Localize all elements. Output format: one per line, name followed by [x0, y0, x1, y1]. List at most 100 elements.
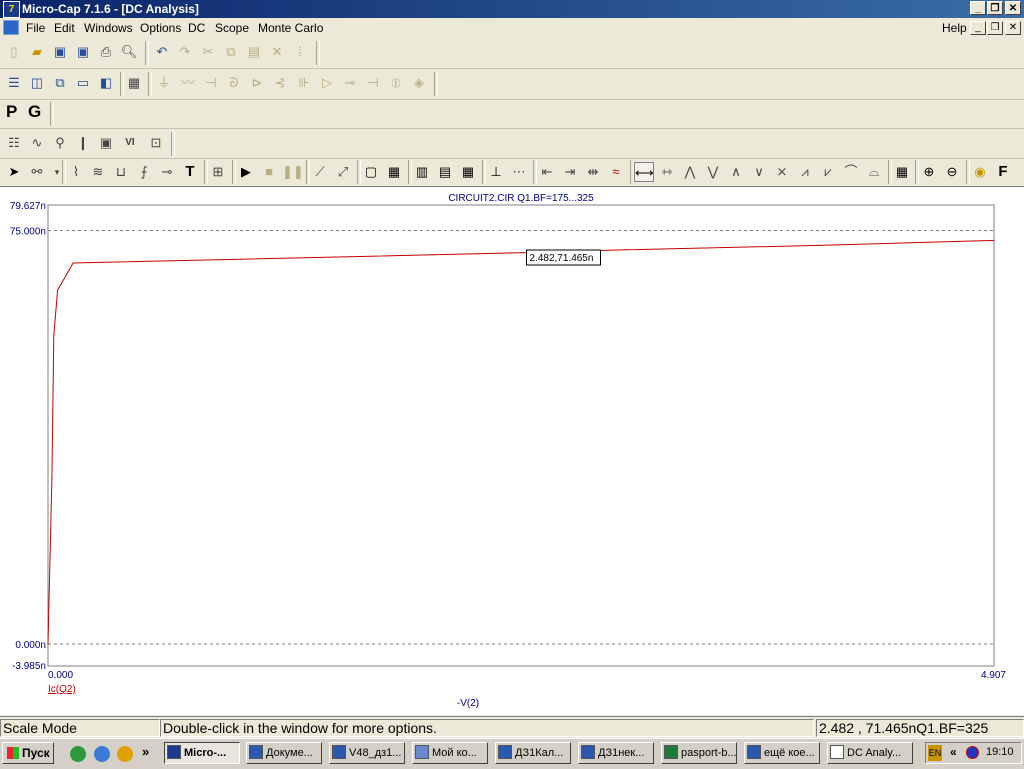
task-word-4[interactable]: ДЗ1нек... — [578, 742, 654, 764]
quicklaunch-ie-icon[interactable] — [94, 746, 110, 762]
waveform-icon[interactable]: ∿ — [27, 133, 47, 153]
marker-icon[interactable]: ❙ — [73, 133, 93, 153]
bus-icon[interactable]: ≋ — [88, 162, 108, 182]
next-point-icon[interactable]: ⇿ — [657, 162, 677, 182]
cursor-left-icon[interactable]: ⇤ — [537, 162, 557, 182]
horizontal-cursor-icon[interactable]: ⟷ — [634, 162, 654, 182]
grid-icon[interactable]: ▦ — [384, 162, 404, 182]
current-source-icon[interactable]: ⦶ — [386, 73, 406, 93]
task-dc-analysis[interactable]: DC Analy... — [827, 742, 913, 764]
task-my-computer[interactable]: Мой ко... — [412, 742, 488, 764]
mdi-close-button[interactable]: ✕ — [1005, 21, 1021, 35]
tile-horizontal-icon[interactable]: ☰ — [4, 73, 24, 93]
quicklaunch-media-icon[interactable] — [117, 746, 133, 762]
menu-edit[interactable]: Edit — [54, 21, 75, 35]
cut-icon[interactable]: ✂ — [198, 42, 218, 62]
data-points-icon[interactable]: ⋯ — [509, 162, 529, 182]
tray-chevron[interactable]: « — [950, 745, 957, 759]
table-icon[interactable]: ▦ — [892, 162, 912, 182]
label-icon[interactable]: ⊸ — [157, 162, 177, 182]
zoom-window-icon[interactable]: ⊡ — [146, 133, 166, 153]
slope-icon[interactable]: ⩘ — [795, 162, 815, 182]
undo-icon[interactable]: ↶ — [152, 42, 172, 62]
mosfet-icon[interactable]: ⊪ — [294, 73, 314, 93]
new-file-icon[interactable]: ▯ — [4, 42, 24, 62]
global-high-icon[interactable]: ⩗ — [818, 162, 838, 182]
global-low-icon[interactable]: ⌒ — [841, 162, 861, 182]
run-icon[interactable]: ▶ — [236, 162, 256, 182]
trace-label[interactable]: Ic(Q2) — [48, 684, 76, 695]
menu-windows[interactable]: Windows — [84, 21, 133, 35]
high-icon[interactable]: ∧ — [726, 162, 746, 182]
low-icon[interactable]: ∨ — [749, 162, 769, 182]
mdi-minimize-button[interactable]: _ — [970, 21, 986, 35]
voltage-source-icon[interactable]: ⊸ — [340, 73, 360, 93]
plot-area[interactable]: CIRCUIT2.CIR Q1.BF=175...325 79.627n 75.… — [0, 187, 1024, 715]
menu-file[interactable]: File — [26, 21, 45, 35]
plot-window-icon[interactable]: ▣ — [96, 133, 116, 153]
pause-icon[interactable]: ❚❚ — [282, 162, 304, 182]
palette-icon[interactable]: ◉ — [970, 162, 990, 182]
ground-icon[interactable]: ⏚ — [154, 73, 174, 93]
cascade-icon[interactable]: ⧉ — [50, 73, 70, 93]
inflection-icon[interactable]: ⨯ — [772, 162, 792, 182]
zoom-in-icon[interactable]: ⊕ — [919, 162, 939, 182]
stop-icon[interactable]: ■ — [259, 162, 279, 182]
task-word-3[interactable]: ДЗ1Кал... — [495, 742, 571, 764]
open-folder-icon[interactable]: ▰ — [27, 42, 47, 62]
battery-icon[interactable]: ⊣ — [363, 73, 383, 93]
dc-analysis-plot[interactable]: CIRCUIT2.CIR Q1.BF=175...325 79.627n 75.… — [0, 187, 1024, 715]
text-tool-button[interactable]: T — [180, 162, 200, 182]
select-all-icon[interactable]: ⁞ — [290, 42, 310, 62]
split-window-icon[interactable]: ◧ — [96, 73, 116, 93]
properties-icon[interactable]: ⊞ — [208, 162, 228, 182]
zoom-out-icon[interactable]: ⊖ — [942, 162, 962, 182]
save-all-icon[interactable]: ▣ — [73, 42, 93, 62]
resistor-icon[interactable]: 〰 — [178, 73, 198, 93]
redo-icon[interactable]: ↷ — [175, 42, 195, 62]
valley-icon[interactable]: ⋁ — [703, 162, 723, 182]
language-indicator[interactable]: EN — [928, 745, 942, 761]
mdi-restore-button[interactable]: ❐ — [987, 21, 1003, 35]
minimize-button[interactable]: _ — [970, 1, 986, 15]
print-icon[interactable]: ⎙ — [96, 42, 116, 62]
capacitor-icon[interactable]: ⊣ — [201, 73, 221, 93]
copy-icon[interactable]: ⧉ — [221, 42, 241, 62]
tray-app-icon[interactable] — [966, 746, 979, 759]
quicklaunch-desktop-icon[interactable] — [70, 746, 86, 762]
opamp-icon[interactable]: ▷ — [317, 73, 337, 93]
top-icon[interactable]: ⌓ — [864, 162, 884, 182]
menu-monte-carlo[interactable]: Monte Carlo — [258, 21, 323, 35]
pin-icon[interactable]: ⨍ — [134, 162, 154, 182]
cursor-right-icon[interactable]: ⇥ — [560, 162, 580, 182]
p-button[interactable]: P — [6, 102, 17, 122]
font-tool-button[interactable]: F — [993, 162, 1013, 182]
horizontal-grid-icon[interactable]: ▤ — [435, 162, 455, 182]
tokens-icon[interactable]: ▦ — [458, 162, 478, 182]
save-icon[interactable]: ▣ — [50, 42, 70, 62]
task-microcap[interactable]: Micro-... — [164, 742, 240, 764]
tile-vertical-icon[interactable]: ◫ — [27, 73, 47, 93]
x-axis-label[interactable]: -V(2) — [457, 698, 479, 709]
calculator-icon[interactable]: ▦ — [124, 73, 144, 93]
minor-grid-icon[interactable]: ▥ — [412, 162, 432, 182]
vi-icon[interactable]: VI — [120, 133, 140, 153]
print-preview-icon[interactable]: 🔍︎ — [119, 42, 139, 62]
task-word-2[interactable]: V48_дз1... — [329, 742, 405, 764]
bjt-icon[interactable]: ⊰ — [270, 73, 290, 93]
task-excel[interactable]: pasport-b... — [661, 742, 737, 764]
g-button[interactable]: G — [28, 102, 41, 122]
start-button[interactable]: Пуск — [2, 742, 54, 764]
list-view-icon[interactable]: ☷ — [4, 133, 24, 153]
probe-icon[interactable]: ⚲ — [50, 133, 70, 153]
log-scale-icon[interactable]: ⤢ — [333, 162, 353, 182]
peak-icon[interactable]: ⋀ — [680, 162, 700, 182]
baseline-icon[interactable]: ⊥ — [486, 162, 506, 182]
diode-icon[interactable]: ⊳ — [247, 73, 267, 93]
menu-dc[interactable]: DC — [188, 21, 205, 35]
window-icon[interactable]: ▭ — [73, 73, 93, 93]
task-word-1[interactable]: Докуме... — [246, 742, 322, 764]
inductor-icon[interactable]: ᘐ — [224, 73, 244, 93]
node-icon[interactable]: ⊔ — [111, 162, 131, 182]
restore-button[interactable]: ❐ — [987, 1, 1003, 15]
